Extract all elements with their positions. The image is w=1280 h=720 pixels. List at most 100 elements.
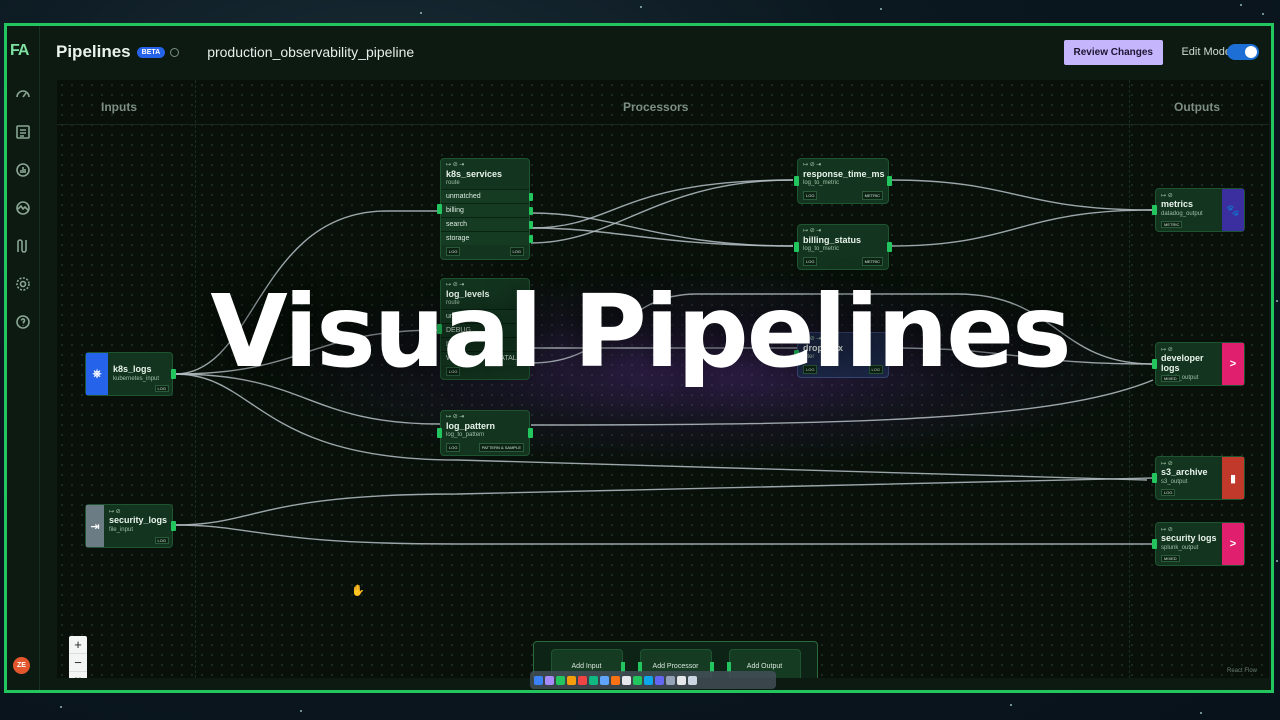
route-row[interactable]: unmatched	[441, 189, 533, 203]
route-row[interactable]: search	[441, 217, 533, 231]
input-port[interactable]	[437, 428, 442, 438]
edge	[530, 227, 794, 247]
calendar-icon[interactable]	[578, 675, 587, 685]
document-icon[interactable]	[677, 675, 686, 685]
node-icons: ↦ ⊘ ⇥	[803, 228, 822, 234]
info-icon[interactable]	[170, 47, 180, 57]
video-title-overlay: Visual Pipelines	[210, 273, 1071, 390]
chrome-icon[interactable]	[567, 675, 576, 685]
node-icons: ↦ ⊘ ⇥	[803, 162, 822, 168]
output-type-badge: METRIC	[861, 191, 883, 200]
node-title: security logs	[1161, 533, 1217, 543]
output-node-s3-archive[interactable]: ↦ ⊘ s3_archive s3_output LOG ▮	[1152, 456, 1245, 500]
processor-node-response-time-ms[interactable]: ↦ ⊘ ⇥ response_time_ms log_to_metric LOG…	[794, 158, 892, 204]
output-port[interactable]	[887, 242, 892, 252]
edge	[888, 179, 1154, 211]
route-row[interactable]: storage	[441, 231, 533, 245]
fit-view-button[interactable]: ⛶	[69, 672, 87, 679]
add-output-label: Add Output	[746, 662, 783, 670]
output-node-security-logs[interactable]: ↦ ⊘ security logs splunk_output MIXED >	[1152, 522, 1245, 566]
route-row[interactable]: billing	[441, 203, 533, 217]
s3-icon: ▮	[1222, 457, 1244, 499]
node-type: file_input	[108, 527, 133, 533]
messages-icon[interactable]	[556, 675, 565, 685]
node-icons: ↦ ⊘ ⇥	[446, 414, 465, 420]
input-port[interactable]	[1152, 205, 1157, 215]
node-icons: ↦ ⊘	[1161, 193, 1173, 199]
node-icons: ↦ ⊘	[108, 509, 121, 515]
node-title: log_pattern	[446, 421, 496, 431]
input-port[interactable]	[437, 204, 442, 214]
splunk-icon: >	[1222, 523, 1244, 565]
app-icon[interactable]	[600, 675, 609, 685]
node-tag: METRIC	[1161, 221, 1183, 228]
page-header: Pipelines BETA production_observability_…	[40, 26, 1271, 78]
node-type: splunk_output	[1161, 545, 1199, 551]
zoom-out-button[interactable]: −	[69, 654, 87, 672]
app-icon[interactable]	[644, 675, 653, 685]
file-input-icon: ⇥	[86, 505, 104, 547]
output-type-badge: METRIC	[861, 257, 883, 266]
processor-node-log-pattern[interactable]: ↦ ⊘ ⇥ log_pattern log_to_pattern LOG PAT…	[437, 410, 533, 456]
input-port[interactable]	[794, 242, 799, 252]
node-title: metrics	[1161, 199, 1194, 209]
app-logo[interactable]: FA	[10, 42, 29, 60]
macos-dock	[530, 671, 776, 689]
spotify-icon[interactable]	[633, 675, 642, 685]
node-tag: LOG	[1161, 489, 1176, 496]
pipeline-name[interactable]: production_observability_pipeline	[207, 44, 414, 60]
dashboard-icon[interactable]	[13, 84, 33, 104]
edit-mode-label: Edit Mode	[1181, 46, 1231, 58]
react-flow-attribution[interactable]: React Flow	[1227, 668, 1257, 674]
zoom-in-button[interactable]: +	[69, 636, 87, 654]
app-icon[interactable]	[622, 675, 631, 685]
input-type-badge: LOG	[803, 191, 818, 200]
input-port[interactable]	[1152, 539, 1157, 549]
app-icon[interactable]	[666, 675, 675, 685]
node-kind: log_to_pattern	[446, 432, 485, 438]
input-type-badge: LOG	[446, 443, 461, 452]
datadog-icon: 🐾	[1222, 189, 1244, 231]
edit-mode-toggle[interactable]	[1227, 44, 1259, 60]
output-port[interactable]	[171, 521, 176, 531]
review-changes-button[interactable]: Review Changes	[1063, 40, 1163, 65]
pipeline-icon[interactable]	[13, 236, 33, 256]
app-icon[interactable]	[545, 675, 554, 685]
hand-cursor-icon: ✋	[351, 585, 365, 597]
node-tag: LOG	[154, 385, 169, 392]
add-input-label: Add Input	[571, 662, 602, 670]
app-icon[interactable]	[589, 675, 598, 685]
user-avatar[interactable]: ZE	[13, 657, 30, 674]
edge	[174, 477, 1154, 526]
app-icon[interactable]	[655, 675, 664, 685]
trash-icon[interactable]	[688, 675, 697, 685]
node-type: s3_output	[1161, 479, 1188, 485]
app-icon[interactable]	[611, 675, 620, 685]
activity-icon[interactable]	[13, 198, 33, 218]
output-node-metrics[interactable]: ↦ ⊘ metrics datadog_output METRIC 🐾	[1152, 188, 1245, 232]
chart-icon[interactable]	[13, 160, 33, 180]
node-tag: LOG	[154, 537, 169, 544]
output-type-badge: LOG	[509, 247, 524, 256]
node-icons: ↦ ⊘ ⇥	[446, 162, 465, 168]
input-type-badge: LOG	[446, 247, 461, 256]
output-port[interactable]	[528, 428, 533, 438]
list-icon[interactable]	[13, 122, 33, 142]
finder-icon[interactable]	[534, 675, 543, 685]
processor-node-k8s-services[interactable]: ↦ ⊘ ⇥ k8s_services route unmatched billi…	[437, 158, 533, 260]
processor-node-billing-status[interactable]: ↦ ⊘ ⇥ billing_status log_to_metric LOG M…	[794, 224, 892, 270]
input-type-badge: LOG	[803, 257, 818, 266]
input-port[interactable]	[1152, 473, 1157, 483]
node-kind: log_to_metric	[803, 180, 840, 186]
beta-badge: BETA	[136, 46, 166, 58]
edge	[888, 209, 1154, 247]
output-port[interactable]	[887, 176, 892, 186]
node-title: response_time_ms	[803, 169, 885, 179]
node-title: billing_status	[803, 235, 862, 245]
input-node-security-logs[interactable]: ⇥ ↦ ⊘ security_logs file_input LOG	[85, 504, 176, 548]
node-type: datadog_output	[1161, 211, 1203, 217]
output-type-badge: PATTERN & SAMPLE	[478, 443, 524, 452]
node-icons: ↦ ⊘	[1161, 527, 1173, 533]
node-title: s3_archive	[1161, 467, 1208, 477]
input-port[interactable]	[794, 176, 799, 186]
